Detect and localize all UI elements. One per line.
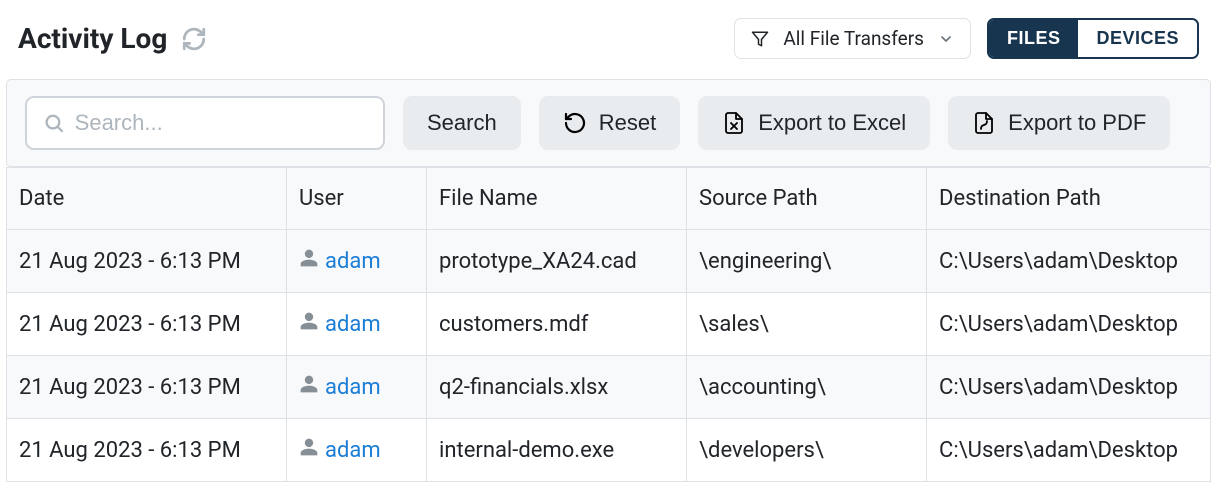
header-left: Activity Log	[18, 22, 207, 55]
cell-date: 21 Aug 2023 - 6:13 PM	[7, 230, 287, 293]
activity-table: Date User File Name Source Path Destinat…	[6, 167, 1211, 482]
col-date[interactable]: Date	[7, 168, 287, 230]
search-box[interactable]	[25, 96, 385, 150]
page-title: Activity Log	[18, 22, 167, 55]
cell-date: 21 Aug 2023 - 6:13 PM	[7, 293, 287, 356]
cell-file: q2-financials.xlsx	[427, 356, 687, 419]
export-pdf-button[interactable]: Export to PDF	[948, 96, 1170, 150]
table-row: 21 Aug 2023 - 6:13 PM adam customers.mdf\s…	[7, 293, 1211, 356]
col-user[interactable]: User	[287, 168, 427, 230]
excel-file-icon	[722, 111, 746, 135]
cell-destination: C:\Users\adam\Desktop	[927, 419, 1211, 482]
user-icon	[299, 437, 319, 463]
table-row: 21 Aug 2023 - 6:13 PM adam q2-financials.x…	[7, 356, 1211, 419]
search-button[interactable]: Search	[403, 96, 521, 150]
col-file[interactable]: File Name	[427, 168, 687, 230]
cell-user: adam	[287, 293, 427, 356]
reset-button[interactable]: Reset	[539, 96, 680, 150]
cell-file: prototype_XA24.cad	[427, 230, 687, 293]
header-right: All File Transfers FILES DEVICES	[734, 18, 1199, 59]
refresh-icon[interactable]	[181, 26, 207, 52]
cell-user: adam	[287, 419, 427, 482]
user-icon	[299, 374, 319, 400]
search-input[interactable]	[75, 110, 367, 136]
cell-user: adam	[287, 356, 427, 419]
cell-source: \accounting\	[687, 356, 927, 419]
pdf-file-icon	[972, 111, 996, 135]
user-link[interactable]: adam	[325, 438, 381, 463]
filter-icon	[751, 30, 769, 48]
filter-dropdown[interactable]: All File Transfers	[734, 18, 971, 59]
user-link[interactable]: adam	[325, 375, 381, 400]
toggle-files[interactable]: FILES	[989, 20, 1079, 57]
export-pdf-label: Export to PDF	[1008, 110, 1146, 136]
user-link[interactable]: adam	[325, 249, 381, 274]
user-icon	[299, 248, 319, 274]
table-header-row: Date User File Name Source Path Destinat…	[7, 168, 1211, 230]
toggle-devices[interactable]: DEVICES	[1078, 20, 1197, 57]
cell-user: adam	[287, 230, 427, 293]
cell-destination: C:\Users\adam\Desktop	[927, 293, 1211, 356]
chevron-down-icon	[938, 31, 954, 47]
reset-icon	[563, 111, 587, 135]
table-row: 21 Aug 2023 - 6:13 PM adam internal-demo.e…	[7, 419, 1211, 482]
col-src[interactable]: Source Path	[687, 168, 927, 230]
cell-date: 21 Aug 2023 - 6:13 PM	[7, 356, 287, 419]
toggle-files-devices: FILES DEVICES	[987, 18, 1199, 59]
export-excel-label: Export to Excel	[758, 110, 906, 136]
col-dest[interactable]: Destination Path	[927, 168, 1211, 230]
cell-source: \sales\	[687, 293, 927, 356]
user-icon	[299, 311, 319, 337]
cell-destination: C:\Users\adam\Desktop	[927, 356, 1211, 419]
search-icon	[43, 111, 65, 135]
cell-destination: C:\Users\adam\Desktop	[927, 230, 1211, 293]
cell-date: 21 Aug 2023 - 6:13 PM	[7, 419, 287, 482]
user-link[interactable]: adam	[325, 312, 381, 337]
table-row: 21 Aug 2023 - 6:13 PM adam prototype_XA24.…	[7, 230, 1211, 293]
cell-file: internal-demo.exe	[427, 419, 687, 482]
header: Activity Log All File Transfers FILES DE…	[0, 0, 1217, 79]
toolbar: Search Reset Export to Excel Export to P…	[6, 79, 1211, 167]
cell-source: \engineering\	[687, 230, 927, 293]
cell-file: customers.mdf	[427, 293, 687, 356]
filter-label: All File Transfers	[783, 27, 924, 50]
reset-label: Reset	[599, 110, 656, 136]
cell-source: \developers\	[687, 419, 927, 482]
export-excel-button[interactable]: Export to Excel	[698, 96, 930, 150]
